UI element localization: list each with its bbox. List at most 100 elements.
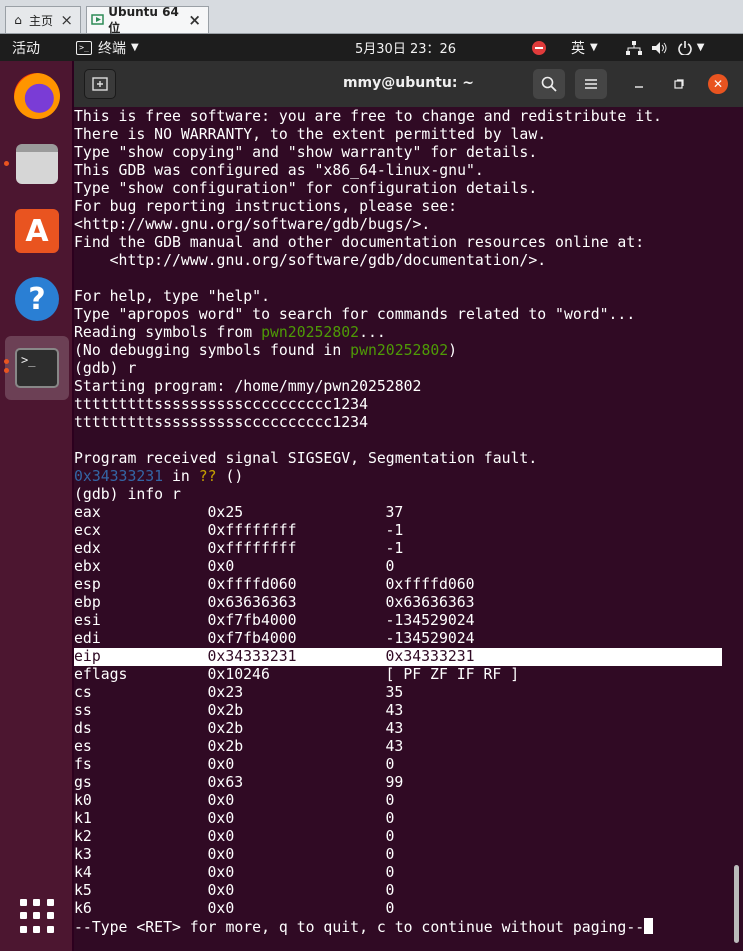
register-row: eflags 0x10246 [ PF ZF IF RF ] xyxy=(74,666,722,684)
register-hex: 0x0 xyxy=(207,810,235,827)
register-hex: 0xffffffff xyxy=(207,522,297,539)
dock: A ? >_ xyxy=(0,61,72,951)
app-menu-label: 终端 xyxy=(98,40,126,57)
terminal-line: For bug reporting instructions, please s… xyxy=(74,198,458,215)
terminal-line: <http://www.gnu.org/software/gdb/bugs/>. xyxy=(74,216,431,233)
terminal-output[interactable]: This is free software: you are free to c… xyxy=(74,107,743,951)
terminal-line: Type "show copying" and "show warranty" … xyxy=(74,144,538,161)
clock[interactable]: 5月30日 23：26 xyxy=(355,34,456,61)
register-value: 0 xyxy=(385,882,395,899)
tab-home[interactable]: ⌂ 主页 × xyxy=(5,6,81,33)
register-value: 35 xyxy=(385,684,404,701)
text: (No debugging symbols found in xyxy=(74,342,351,359)
input-echo-line: tttttttttsssssssssscccccccccc1234 xyxy=(74,396,368,413)
pager-prompt: --Type <RET> for more, q to quit, c to c… xyxy=(74,918,722,936)
register-row: ebx 0x0 0 xyxy=(74,558,722,576)
close-icon: ✕ xyxy=(712,77,724,91)
register-name: es xyxy=(74,738,92,755)
gdb-command: (gdb) r xyxy=(74,360,137,377)
register-row: ecx 0xffffffff -1 xyxy=(74,522,722,540)
starting-program-line: Starting program: /home/mmy/pwn20252802 xyxy=(74,378,422,395)
input-method-label: 英 xyxy=(571,40,585,57)
register-name: gs xyxy=(74,774,92,791)
running-indicator xyxy=(4,368,9,373)
register-hex: 0xffffffff xyxy=(207,540,297,557)
register-hex: 0x10246 xyxy=(207,666,270,683)
register-value: 0x63636363 xyxy=(385,594,475,611)
register-value: 0 xyxy=(385,828,395,845)
tab-ubuntu-vm[interactable]: Ubuntu 64 位 × xyxy=(86,5,209,35)
running-indicator xyxy=(4,359,9,364)
register-row: k0 0x0 0 xyxy=(74,792,722,810)
show-applications-icon[interactable] xyxy=(20,899,54,933)
scrollbar[interactable] xyxy=(734,865,739,943)
chevron-down-icon: ▼ xyxy=(131,42,139,53)
register-row: fs 0x0 0 xyxy=(74,756,722,774)
register-name: k4 xyxy=(74,864,92,881)
search-button[interactable] xyxy=(533,69,565,99)
minimize-button[interactable] xyxy=(629,74,649,94)
dock-firefox[interactable] xyxy=(10,69,64,123)
register-value: 0 xyxy=(385,558,395,575)
close-icon[interactable]: × xyxy=(57,11,76,29)
binary-name: pwn20252802 xyxy=(261,324,360,341)
dock-files[interactable] xyxy=(10,137,64,191)
register-name: esi xyxy=(74,612,101,629)
volume-icon xyxy=(651,41,667,54)
output-echo-line: tttttttttsssssssssscccccccccc1234 xyxy=(74,414,368,431)
register-value: 0 xyxy=(385,792,395,809)
text: in xyxy=(163,468,199,485)
register-hex: 0x2b xyxy=(207,702,244,719)
register-row: cs 0x23 35 xyxy=(74,684,722,702)
register-hex: 0x0 xyxy=(207,900,235,917)
dock-ubuntu-software[interactable]: A xyxy=(10,204,64,258)
terminal-headerbar: mmy@ubuntu: ~ ✕ xyxy=(74,61,743,107)
register-name: ecx xyxy=(74,522,101,539)
register-row: es 0x2b 43 xyxy=(74,738,722,756)
running-indicator xyxy=(4,161,9,166)
close-window-button[interactable]: ✕ xyxy=(708,74,728,94)
register-hex: 0x2b xyxy=(207,738,244,755)
register-name: fs xyxy=(74,756,92,773)
terminal-line: Type "apropos word" to search for comman… xyxy=(74,306,636,323)
firefox-icon xyxy=(14,73,60,119)
terminal-line: <http://www.gnu.org/software/gdb/documen… xyxy=(74,252,547,269)
register-hex: 0x2b xyxy=(207,720,244,737)
register-name: k3 xyxy=(74,846,92,863)
register-name: k2 xyxy=(74,828,92,845)
signal-line: Program received signal SIGSEGV, Segment… xyxy=(74,450,538,467)
register-value: 43 xyxy=(385,702,404,719)
register-value: 37 xyxy=(385,504,404,521)
maximize-button[interactable] xyxy=(669,74,689,94)
dock-help[interactable]: ? xyxy=(10,272,64,326)
register-hex: 0x0 xyxy=(207,882,235,899)
register-row: gs 0x63 99 xyxy=(74,774,722,792)
register-row: k2 0x0 0 xyxy=(74,828,722,846)
gdb-command: (gdb) info r xyxy=(74,486,181,503)
terminal-line: Find the GDB manual and other documentat… xyxy=(74,234,645,251)
search-icon xyxy=(541,76,557,92)
register-hex: 0x23 xyxy=(207,684,244,701)
vmware-tab-strip: ⌂ 主页 × Ubuntu 64 位 × xyxy=(0,0,743,35)
system-tray[interactable]: 英 ▼ ▼ xyxy=(532,34,704,61)
register-name: k6 xyxy=(74,900,92,917)
register-hex: 0x0 xyxy=(207,756,235,773)
app-menu[interactable]: >_ 终端 ▼ xyxy=(76,34,139,61)
register-name: eax xyxy=(74,504,101,521)
crash-location-line: 0x34333231 in ?? () xyxy=(74,468,722,486)
register-row: esi 0xf7fb4000 -134529024 xyxy=(74,612,722,630)
register-name: esp xyxy=(74,576,101,593)
tab-home-label: 主页 xyxy=(29,13,54,28)
register-name: ss xyxy=(74,702,92,719)
dock-terminal[interactable]: >_ xyxy=(5,336,69,400)
close-icon[interactable]: × xyxy=(185,11,204,29)
minimize-icon xyxy=(635,86,643,88)
menu-button[interactable] xyxy=(575,69,607,99)
do-not-disturb-icon xyxy=(532,40,546,55)
files-icon xyxy=(16,144,58,184)
register-row: ebp 0x63636363 0x63636363 xyxy=(74,594,722,612)
hamburger-icon xyxy=(585,79,597,89)
activities-button[interactable]: 活动 xyxy=(12,34,40,61)
